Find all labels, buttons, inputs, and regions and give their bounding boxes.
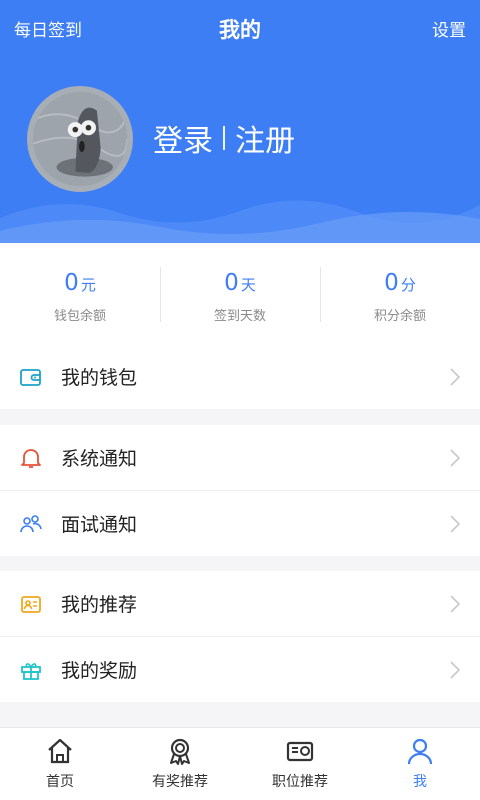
people-icon bbox=[19, 512, 43, 536]
menu-item-interview-notice[interactable]: 面试通知 bbox=[0, 491, 480, 556]
menu-item-rewards[interactable]: 我的奖励 bbox=[0, 637, 480, 702]
job-icon bbox=[286, 741, 314, 762]
stat-value: 0 bbox=[224, 270, 239, 296]
bell-icon bbox=[19, 446, 43, 470]
stat-checkin-days[interactable]: 0天 签到天数 bbox=[160, 243, 320, 344]
chevron-right-icon bbox=[450, 367, 461, 386]
stat-label: 积分余额 bbox=[373, 309, 426, 324]
home-icon bbox=[48, 738, 72, 764]
tab-label: 职位推荐 bbox=[272, 774, 328, 790]
login-link[interactable]: 登录 bbox=[153, 116, 213, 160]
stat-points[interactable]: 0分 积分余额 bbox=[320, 243, 480, 344]
stat-value: 0 bbox=[384, 270, 399, 296]
menu-item-label: 我的推荐 bbox=[61, 594, 138, 616]
settings-button[interactable]: 设置 bbox=[432, 16, 466, 41]
register-link[interactable]: 注册 bbox=[235, 116, 295, 160]
tab-home[interactable]: 首页 bbox=[0, 728, 120, 800]
stat-unit: 天 bbox=[240, 276, 256, 294]
stat-label: 钱包余额 bbox=[53, 309, 106, 324]
person-icon bbox=[407, 738, 433, 765]
stat-wallet[interactable]: 0元 钱包余额 bbox=[0, 243, 160, 344]
page-title: 我的 bbox=[219, 18, 261, 42]
top-bar: 每日签到 我的 设置 bbox=[0, 0, 480, 56]
gift-icon bbox=[19, 658, 43, 682]
menu-item-wallet[interactable]: 我的钱包 bbox=[0, 344, 480, 409]
tab-referral-reward[interactable]: 有奖推荐 bbox=[120, 728, 240, 800]
menu-item-system-notice[interactable]: 系统通知 bbox=[0, 425, 480, 490]
tab-label: 首页 bbox=[46, 774, 74, 790]
avatar[interactable] bbox=[27, 86, 133, 192]
auth-links: 登录 注册 bbox=[153, 116, 295, 160]
stats-panel: 0元 钱包余额 0天 签到天数 0分 积分余额 bbox=[0, 243, 480, 344]
id-card-icon bbox=[19, 592, 43, 616]
default-avatar-icon bbox=[33, 92, 127, 186]
stat-value: 0 bbox=[64, 270, 79, 296]
tab-label: 有奖推荐 bbox=[152, 774, 208, 790]
header-waves bbox=[0, 200, 480, 243]
chevron-right-icon bbox=[450, 660, 461, 679]
chevron-right-icon bbox=[450, 594, 461, 613]
bottom-nav: 首页 有奖推荐 职位推荐 我 bbox=[0, 727, 480, 800]
menu-item-label: 我的钱包 bbox=[61, 367, 138, 389]
tab-label: 我 bbox=[413, 774, 427, 790]
stat-unit: 元 bbox=[80, 276, 96, 294]
menu-item-label: 系统通知 bbox=[61, 448, 138, 470]
menu-item-label: 面试通知 bbox=[61, 514, 138, 536]
tab-job-recommend[interactable]: 职位推荐 bbox=[240, 728, 360, 800]
auth-divider bbox=[223, 126, 225, 150]
profile-header: 每日签到 我的 设置 登录 注册 bbox=[0, 0, 480, 243]
chevron-right-icon bbox=[450, 514, 461, 533]
chevron-right-icon bbox=[450, 448, 461, 467]
stat-label: 签到天数 bbox=[213, 309, 266, 324]
tab-me[interactable]: 我 bbox=[360, 728, 480, 800]
wallet-icon bbox=[19, 365, 43, 389]
award-icon bbox=[170, 738, 190, 765]
menu-item-recommend[interactable]: 我的推荐 bbox=[0, 571, 480, 636]
stat-unit: 分 bbox=[400, 276, 416, 294]
menu-item-label: 我的奖励 bbox=[61, 660, 138, 682]
